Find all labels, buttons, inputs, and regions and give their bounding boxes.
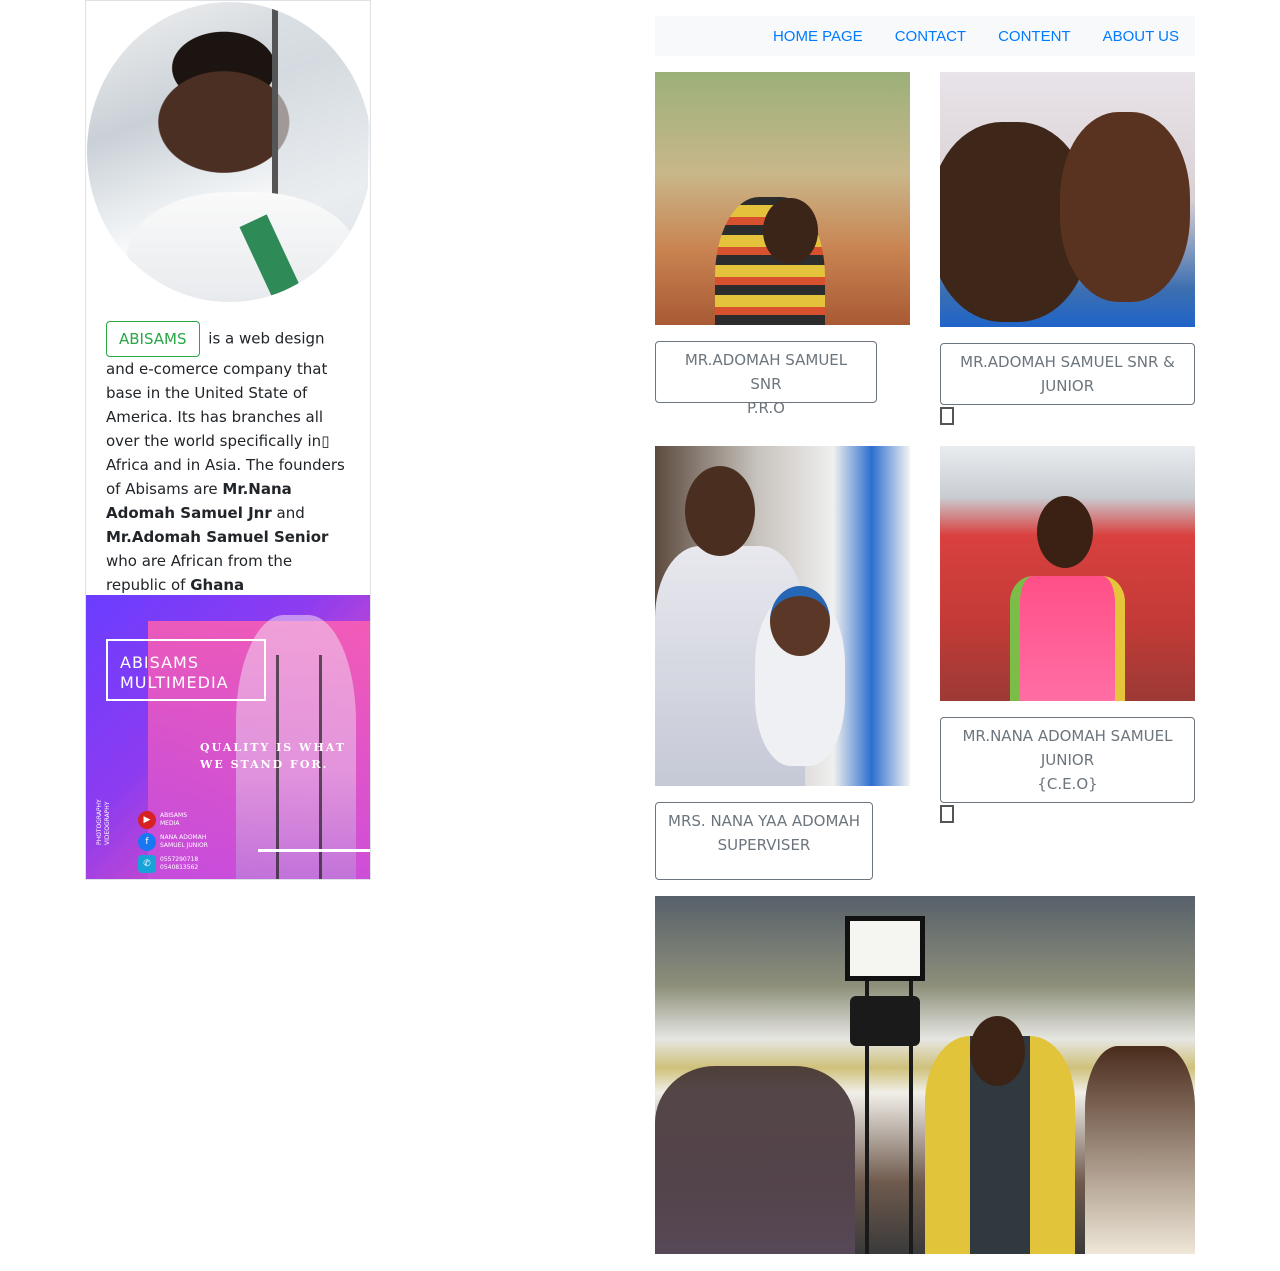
- caption-line: SUPERVISER: [717, 836, 811, 854]
- photo-cameraman-head: [970, 1016, 1025, 1086]
- facebook-line1: NANA ADOMAH: [160, 834, 207, 841]
- phone-line1: 0557290718: [160, 856, 199, 863]
- photo-snr-and-junior: [940, 72, 1195, 327]
- photo-nana-yaa-adomah: [655, 446, 910, 786]
- top-navbar: HOME PAGE CONTACT CONTENT ABOUT US: [655, 16, 1195, 56]
- photo-shirt: [127, 192, 357, 302]
- founder-2: Mr.Adomah Samuel Senior: [106, 528, 329, 546]
- poster-title-line2: MULTIMEDIA: [120, 673, 229, 692]
- poster-tagline: QUALITY IS WHAT WE STAND FOR.: [200, 739, 346, 773]
- caption-button-snr-junior[interactable]: MR.ADOMAH SAMUEL SNR & JUNIOR: [940, 343, 1195, 405]
- caption-button-pro[interactable]: MR.ADOMAH SAMUEL SNR P.R.O: [655, 341, 877, 417]
- checkbox[interactable]: [940, 407, 954, 425]
- youtube-icon: ▶: [138, 811, 156, 829]
- tagline-line1: QUALITY IS WHAT: [200, 741, 346, 754]
- facebook-line2: SAMUEL JUNIOR: [160, 842, 208, 849]
- company-bio: ABISAMS is a web design and e-comerce co…: [106, 321, 356, 597]
- caption-line: {C.E.O}: [1037, 775, 1098, 793]
- caption-line: MR.ADOMAH SAMUEL SNR &: [960, 353, 1175, 371]
- caption-line: MR.ADOMAH SAMUEL SNR: [684, 351, 848, 393]
- nav-content[interactable]: CONTENT: [998, 28, 1071, 45]
- poster-title-box: ABISAMS MULTIMEDIA: [106, 639, 266, 701]
- photo-baby-head: [770, 586, 830, 656]
- multimedia-poster: ABISAMS MULTIMEDIA QUALITY IS WHAT WE ST…: [86, 595, 370, 879]
- photo-face-right: [1060, 112, 1190, 302]
- nav-contact[interactable]: CONTACT: [895, 28, 966, 45]
- caption-button-ceo[interactable]: MR.NANA ADOMAH SAMUEL JUNIOR {C.E.O}: [940, 717, 1195, 803]
- caption-line: MR.NANA ADOMAH SAMUEL: [962, 727, 1173, 745]
- phone-icon: ✆: [138, 855, 156, 873]
- youtube-line1: ABISAMS: [160, 812, 187, 819]
- poster-side-text: PHOTOGRAPHY VIDEOGRAPHY: [96, 799, 112, 845]
- and-text: and: [276, 504, 305, 522]
- photo-nana-adomah-junior: [940, 446, 1195, 701]
- photo-crowd-left: [655, 1066, 855, 1254]
- phone-line2: 0540813562: [160, 864, 199, 871]
- photo-adomah-samuel-snr: [655, 72, 910, 325]
- nav-about-us[interactable]: ABOUT US: [1103, 28, 1179, 45]
- poster-divider: [258, 849, 370, 852]
- side-text-line2: VIDEOGRAPHY: [104, 801, 111, 845]
- social-phone: ✆ 0557290718 0540813562: [138, 853, 208, 875]
- social-youtube: ▶ ABISAMS MEDIA: [138, 809, 208, 831]
- tagline-line2: WE STAND FOR.: [200, 758, 329, 771]
- social-facebook: f NANA ADOMAH SAMUEL JUNIOR: [138, 831, 208, 853]
- photo-woman-face: [685, 466, 755, 556]
- poster-title-line1: ABISAMS: [120, 653, 199, 672]
- caption-line: JUNIOR: [1040, 751, 1095, 769]
- side-text-line1: PHOTOGRAPHY: [96, 799, 103, 845]
- photo-person-head: [1037, 496, 1093, 568]
- caption-line: P.R.O: [747, 399, 785, 417]
- photo-tripod: [865, 946, 913, 1254]
- abisams-button[interactable]: ABISAMS: [106, 321, 200, 357]
- photo-event-camera: [655, 896, 1195, 1254]
- facebook-icon: f: [138, 833, 156, 851]
- nav-home-page[interactable]: HOME PAGE: [773, 28, 863, 45]
- poster-social: ▶ ABISAMS MEDIA f NANA ADOMAH SAMUEL JUNIO…: [138, 809, 208, 875]
- photo-head: [763, 198, 818, 264]
- caption-line: MRS. NANA YAA ADOMAH: [668, 812, 860, 830]
- photo-light: [845, 916, 925, 981]
- photo-crowd-right: [1085, 1046, 1195, 1254]
- youtube-line2: MEDIA: [160, 820, 180, 827]
- checkbox[interactable]: [940, 805, 954, 823]
- photo-camera: [850, 996, 920, 1046]
- profile-card: ABISAMS is a web design and e-comerce co…: [85, 0, 371, 880]
- profile-photo: [87, 2, 370, 302]
- country-name: Ghana: [190, 576, 245, 594]
- photo-person-body: [1010, 576, 1125, 701]
- caption-button-superviser[interactable]: MRS. NANA YAA ADOMAH SUPERVISER: [655, 802, 873, 880]
- caption-line: JUNIOR: [1040, 377, 1095, 395]
